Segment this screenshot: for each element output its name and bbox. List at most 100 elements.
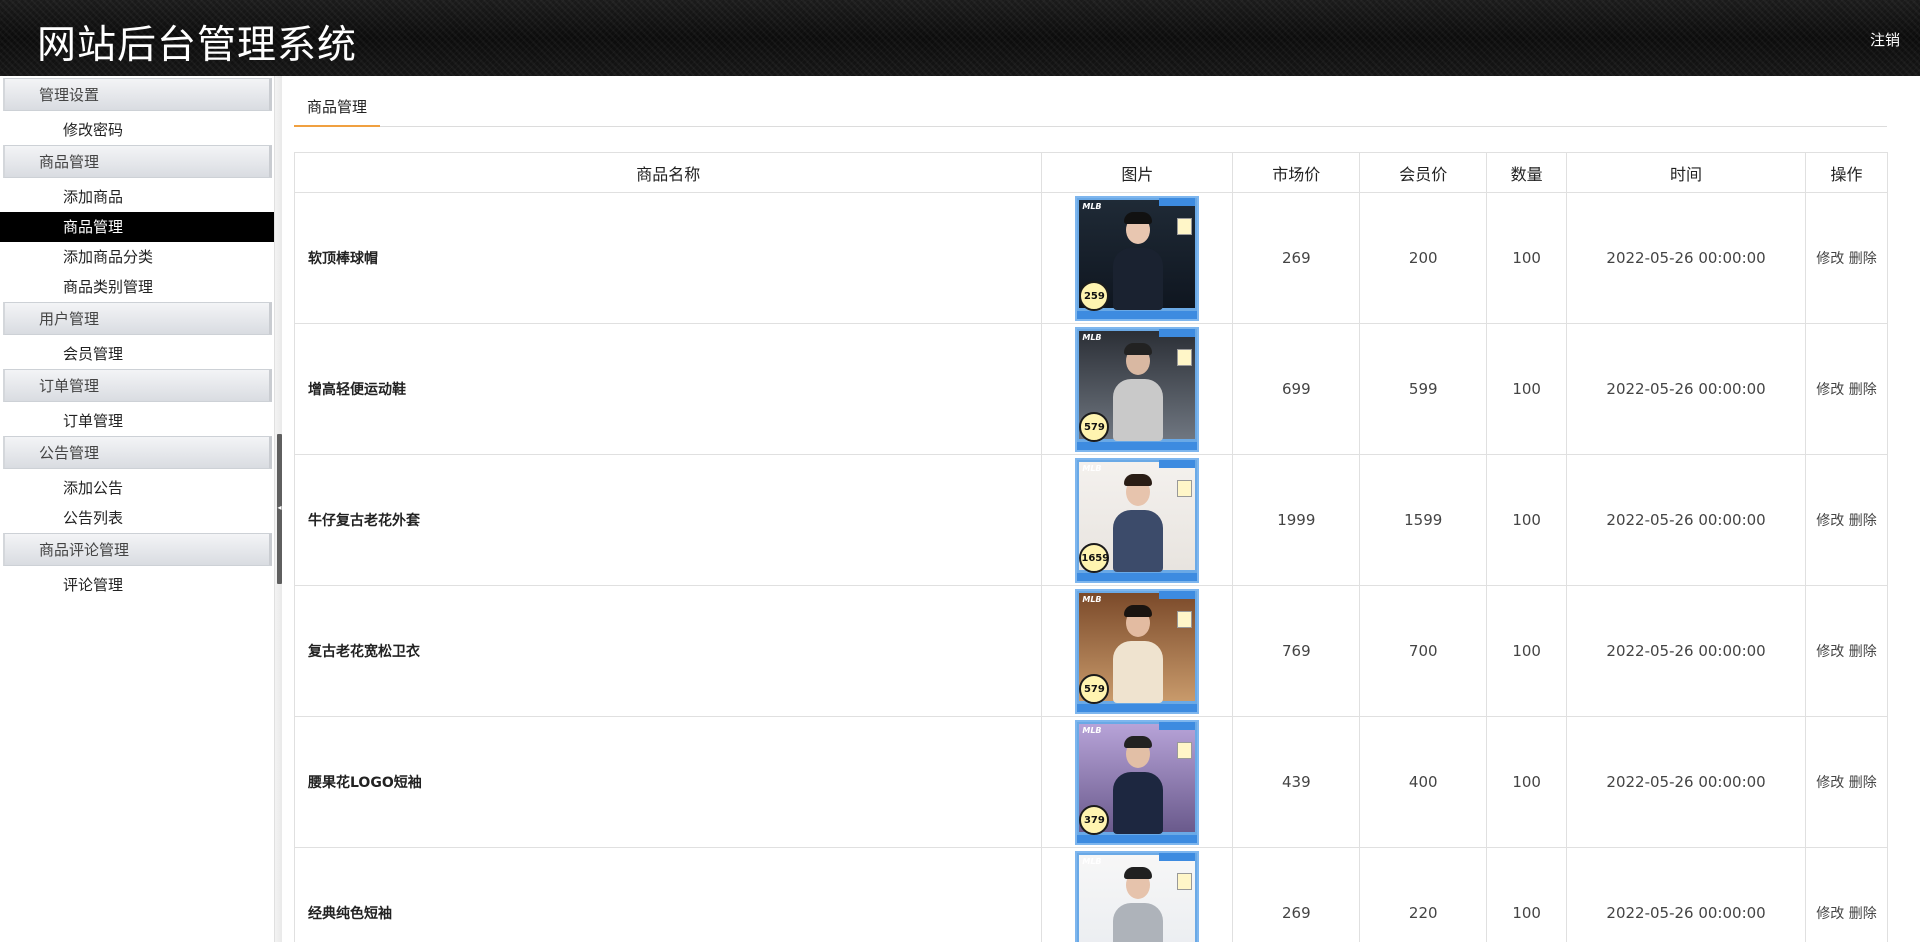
- operations-cell: 修改 删除: [1804, 454, 1889, 586]
- promo-tag-icon: [1177, 217, 1193, 235]
- sidebar-item-2-0[interactable]: 会员管理: [0, 339, 274, 369]
- column-header-6: 操作: [1804, 152, 1889, 193]
- brand-logo: MLB: [1082, 725, 1102, 735]
- sidebar: 管理设置 修改密码 商品管理 添加商品 商品管理 添加商品分类 商品类别管理 用户管理 会员管理…: [0, 76, 274, 942]
- operations-cell: 修改 删除: [1804, 716, 1889, 848]
- promo-tag-icon: [1177, 610, 1193, 628]
- brand-logo: MLB: [1082, 201, 1102, 211]
- product-image[interactable]: MLB: [1075, 850, 1200, 942]
- product-name-cell: 增高轻便运动鞋: [293, 323, 1043, 455]
- product-name-cell: 软顶棒球帽: [293, 192, 1043, 324]
- quantity-cell: 100: [1486, 585, 1568, 717]
- price-badge: 579: [1079, 411, 1110, 442]
- product-image[interactable]: MLB 379: [1075, 719, 1200, 845]
- promo-tag-icon: [1177, 741, 1193, 759]
- sidebar-item-4-1[interactable]: 公告列表: [0, 503, 274, 533]
- edit-link[interactable]: 修改: [1816, 251, 1844, 267]
- price-badge: 379: [1079, 804, 1110, 835]
- sidebar-item-1-1[interactable]: 商品管理: [0, 212, 274, 242]
- member-price-cell: 220: [1359, 847, 1488, 942]
- price-badge: 1659: [1079, 542, 1110, 573]
- sidebar-splitter[interactable]: ◂: [274, 76, 282, 942]
- sidebar-group-3[interactable]: 订单管理: [3, 369, 272, 402]
- delete-link[interactable]: 删除: [1849, 382, 1877, 398]
- image-footer-bar: [1077, 310, 1198, 319]
- promo-tag-icon: [1177, 348, 1193, 366]
- table-row: 软顶棒球帽 MLB 259 269 200 100 2022-05-26 00:00:00 修…: [293, 192, 1889, 324]
- delete-link[interactable]: 删除: [1849, 513, 1877, 529]
- quantity-cell: 100: [1486, 323, 1568, 455]
- quantity-cell: 100: [1486, 716, 1568, 848]
- product-name-cell: 腰果花LOGO短袖: [293, 716, 1043, 848]
- sidebar-item-3-0[interactable]: 订单管理: [0, 406, 274, 436]
- table-row: 腰果花LOGO短袖 MLB 379 439 400 100 2022-05-26 00:00…: [293, 716, 1889, 848]
- market-price-cell: 699: [1232, 323, 1361, 455]
- market-price-cell: 1999: [1232, 454, 1361, 586]
- product-image-cell: MLB 1659: [1041, 454, 1234, 586]
- sidebar-group-2[interactable]: 用户管理: [3, 302, 272, 335]
- sidebar-group-4[interactable]: 公告管理: [3, 436, 272, 469]
- time-cell: 2022-05-26 00:00:00: [1566, 847, 1806, 942]
- member-price-cell: 700: [1359, 585, 1488, 717]
- promo-corner: [1159, 721, 1196, 730]
- edit-link[interactable]: 修改: [1816, 775, 1844, 791]
- product-image-cell: MLB 579: [1041, 323, 1234, 455]
- market-price-cell: 439: [1232, 716, 1361, 848]
- product-image[interactable]: MLB 579: [1075, 326, 1200, 452]
- logout-link[interactable]: 注销: [1870, 29, 1900, 50]
- operations-cell: 修改 删除: [1804, 585, 1889, 717]
- sidebar-item-1-2[interactable]: 添加商品分类: [0, 242, 274, 272]
- member-price-cell: 200: [1359, 192, 1488, 324]
- sidebar-group-5[interactable]: 商品评论管理: [3, 533, 272, 566]
- product-image[interactable]: MLB 259: [1075, 195, 1200, 321]
- member-price-cell: 400: [1359, 716, 1488, 848]
- image-footer-bar: [1077, 834, 1198, 843]
- member-price-cell: 599: [1359, 323, 1488, 455]
- sidebar-group-1[interactable]: 商品管理: [3, 145, 272, 178]
- operations-cell: 修改 删除: [1804, 192, 1889, 324]
- sidebar-group-0[interactable]: 管理设置: [3, 78, 272, 111]
- brand-logo: MLB: [1082, 856, 1102, 866]
- edit-link[interactable]: 修改: [1816, 513, 1844, 529]
- tab-bar: 商品管理: [294, 94, 1887, 127]
- market-price-cell: 269: [1232, 192, 1361, 324]
- site-title: 网站后台管理系统: [37, 23, 358, 68]
- tab-product-management[interactable]: 商品管理: [294, 94, 381, 127]
- time-cell: 2022-05-26 00:00:00: [1566, 323, 1806, 455]
- table-row: 经典纯色短袖 MLB 269 220 100 2022-05-26 00:00:00 修改 …: [293, 847, 1889, 942]
- price-badge: 579: [1079, 673, 1110, 704]
- brand-logo: MLB: [1082, 332, 1102, 342]
- time-cell: 2022-05-26 00:00:00: [1566, 454, 1806, 586]
- image-footer-bar: [1077, 572, 1198, 581]
- main-content: 商品管理 商品名称 图片 市场价 会员价 数量 时间 操作 软顶棒球帽 MLB 259 269 20…: [282, 76, 1900, 942]
- sidebar-item-1-3[interactable]: 商品类别管理: [0, 272, 274, 302]
- edit-link[interactable]: 修改: [1816, 644, 1844, 660]
- time-cell: 2022-05-26 00:00:00: [1566, 585, 1806, 717]
- sidebar-item-4-0[interactable]: 添加公告: [0, 473, 274, 503]
- table-header-row: 商品名称 图片 市场价 会员价 数量 时间 操作: [293, 152, 1889, 193]
- sidebar-item-0-0[interactable]: 修改密码: [0, 115, 274, 145]
- column-header-0: 商品名称: [293, 152, 1043, 193]
- sidebar-item-5-0[interactable]: 评论管理: [0, 570, 274, 600]
- delete-link[interactable]: 删除: [1849, 775, 1877, 791]
- operations-cell: 修改 删除: [1804, 323, 1889, 455]
- brand-logo: MLB: [1082, 463, 1102, 473]
- promo-corner: [1159, 590, 1196, 599]
- product-image[interactable]: MLB 1659: [1075, 457, 1200, 583]
- edit-link[interactable]: 修改: [1816, 906, 1844, 922]
- delete-link[interactable]: 删除: [1849, 906, 1877, 922]
- edit-link[interactable]: 修改: [1816, 382, 1844, 398]
- delete-link[interactable]: 删除: [1849, 644, 1877, 660]
- column-header-5: 时间: [1566, 152, 1806, 193]
- promo-corner: [1159, 852, 1196, 861]
- delete-link[interactable]: 删除: [1849, 251, 1877, 267]
- market-price-cell: 769: [1232, 585, 1361, 717]
- column-header-1: 图片: [1041, 152, 1234, 193]
- image-footer-bar: [1077, 703, 1198, 712]
- sidebar-item-1-0[interactable]: 添加商品: [0, 182, 274, 212]
- column-header-4: 数量: [1486, 152, 1568, 193]
- promo-corner: [1159, 459, 1196, 468]
- product-image[interactable]: MLB 579: [1075, 588, 1200, 714]
- product-name-cell: 复古老花宽松卫衣: [293, 585, 1043, 717]
- operations-cell: 修改 删除: [1804, 847, 1889, 942]
